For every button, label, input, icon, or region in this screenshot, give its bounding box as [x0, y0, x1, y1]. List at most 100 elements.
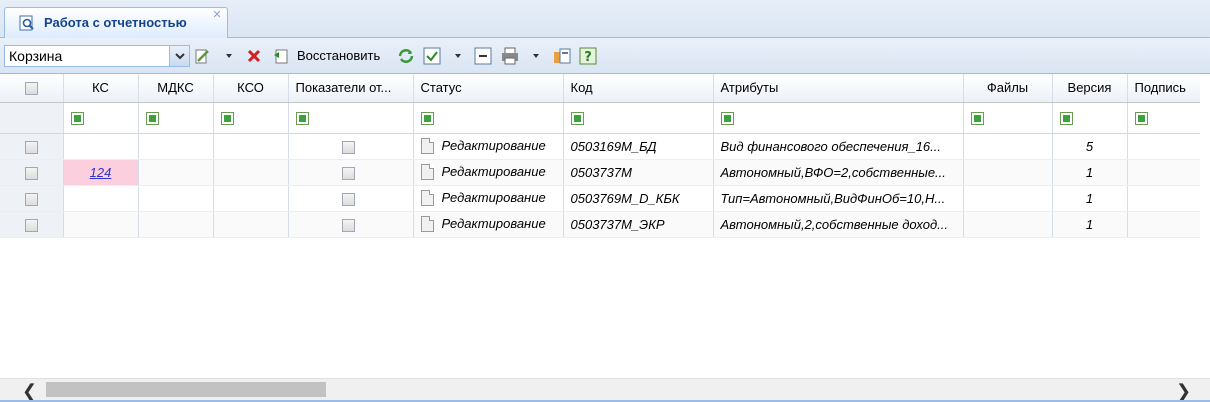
column-header-version[interactable]: Версия: [1052, 74, 1128, 103]
row-select-cell[interactable]: [0, 133, 64, 160]
print-menu-arrow[interactable]: [533, 54, 539, 58]
filter-combo[interactable]: Корзина: [4, 45, 190, 67]
cell-indicators: [288, 185, 414, 212]
indicators-checkbox[interactable]: [341, 166, 355, 180]
table-row[interactable]: Редактирование 0503169M_БД Вид финансово…: [0, 133, 1200, 160]
filter-cell-ks[interactable]: [63, 102, 139, 134]
cell-indicators: [288, 133, 414, 160]
cell-status: Редактирование: [413, 185, 564, 212]
chevron-down-icon[interactable]: [169, 46, 189, 66]
column-header-code[interactable]: Код: [563, 74, 714, 103]
row-checkbox[interactable]: [24, 218, 38, 232]
column-header-attributes[interactable]: Атрибуты: [713, 74, 964, 103]
filter-checkbox[interactable]: [70, 112, 84, 126]
filter-cell-status[interactable]: [413, 102, 564, 134]
column-header-mdks[interactable]: МДКС: [138, 74, 214, 103]
document-icon: [420, 190, 434, 207]
tab-title: Работа с отчетностью: [44, 15, 187, 30]
cell-attributes: Вид финансового обеспечения_16...: [713, 133, 964, 160]
table-row[interactable]: Редактирование 0503769M_D_КБК Тип=Автоно…: [0, 185, 1200, 212]
table-row[interactable]: 124 Редактирование 0503737M Автономный,В…: [0, 159, 1200, 186]
row-select-cell[interactable]: [0, 159, 64, 186]
cell-mdks: [138, 185, 214, 212]
row-select-cell[interactable]: [0, 211, 64, 238]
refresh-icon[interactable]: [397, 47, 415, 65]
help-icon[interactable]: ?: [579, 47, 597, 65]
filter-checkbox[interactable]: [1134, 112, 1148, 126]
svg-text:?: ?: [584, 50, 592, 65]
cell-indicators: [288, 159, 414, 186]
filter-checkbox[interactable]: [420, 112, 434, 126]
column-header-signature[interactable]: Подпись: [1127, 74, 1200, 103]
filter-checkbox[interactable]: [970, 112, 984, 126]
cell-files: [963, 133, 1053, 160]
filter-checkbox[interactable]: [145, 112, 159, 126]
status-text: Редактирование: [441, 215, 546, 231]
check-icon[interactable]: [423, 47, 441, 65]
document-icon: [420, 164, 434, 181]
row-checkbox[interactable]: [24, 140, 38, 154]
column-header-kso[interactable]: КСО: [213, 74, 289, 103]
row-checkbox[interactable]: [24, 192, 38, 206]
cell-signature: [1127, 211, 1200, 238]
filter-checkbox[interactable]: [720, 112, 734, 126]
horizontal-scrollbar[interactable]: ❮ ❯: [0, 378, 1210, 402]
indicators-checkbox[interactable]: [341, 192, 355, 206]
export-icon[interactable]: [553, 47, 571, 65]
cell-mdks: [138, 159, 214, 186]
filter-checkbox[interactable]: [220, 112, 234, 126]
column-header-files[interactable]: Файлы: [963, 74, 1053, 103]
document-icon: [420, 138, 434, 155]
restore-icon[interactable]: [272, 47, 290, 65]
print-icon[interactable]: [501, 47, 519, 65]
cell-code: 0503737M: [563, 159, 714, 186]
cell-kso: [213, 211, 289, 238]
cell-mdks: [138, 133, 214, 160]
filter-cell-mdks[interactable]: [138, 102, 214, 134]
scrollbar-thumb[interactable]: [46, 382, 326, 397]
toolbar: Корзина Восстановить ?: [0, 38, 1210, 74]
column-header-ks[interactable]: КС: [63, 74, 139, 103]
cell-attributes: Тип=Автономный,ВидФинОб=10,Н...: [713, 185, 964, 212]
cell-attributes: Автономный,2,собственные доход...: [713, 211, 964, 238]
column-header-indicators[interactable]: Показатели от...: [288, 74, 414, 103]
filter-checkbox[interactable]: [295, 112, 309, 126]
cell-kso: [213, 185, 289, 212]
cell-code: 0503169M_БД: [563, 133, 714, 160]
column-header-status[interactable]: Статус: [413, 74, 564, 103]
filter-cell-attributes[interactable]: [713, 102, 964, 134]
select-all-checkbox[interactable]: [24, 82, 38, 96]
select-all-cell[interactable]: [0, 74, 64, 103]
check-menu-arrow[interactable]: [455, 54, 461, 58]
cell-ks: [63, 211, 139, 238]
filter-cell-signature[interactable]: [1127, 102, 1200, 134]
row-checkbox[interactable]: [24, 166, 38, 180]
indicators-checkbox[interactable]: [341, 218, 355, 232]
cell-version: 1: [1052, 211, 1128, 238]
filter-cell-files[interactable]: [963, 102, 1053, 134]
delete-icon[interactable]: [245, 47, 263, 65]
tab-reporting[interactable]: Работа с отчетностью ✕: [4, 7, 228, 38]
report-grid: КС МДКС КСО Показатели от... Статус Код …: [0, 74, 1200, 379]
cell-status: Редактирование: [413, 159, 564, 186]
indicators-checkbox[interactable]: [341, 140, 355, 154]
filter-cell-version[interactable]: [1052, 102, 1128, 134]
collapse-icon[interactable]: [474, 47, 492, 65]
filter-row: [0, 102, 1200, 134]
filter-checkbox[interactable]: [1059, 112, 1073, 126]
scroll-right-icon[interactable]: ❯: [1176, 381, 1191, 402]
row-select-cell[interactable]: [0, 185, 64, 212]
filter-cell-kso[interactable]: [213, 102, 289, 134]
filter-checkbox[interactable]: [570, 112, 584, 126]
close-icon[interactable]: ✕: [211, 9, 223, 21]
filter-cell-code[interactable]: [563, 102, 714, 134]
table-row[interactable]: Редактирование 0503737M_ЭКР Автономный,2…: [0, 211, 1200, 238]
cell-status: Редактирование: [413, 211, 564, 238]
filter-row-corner: [0, 102, 64, 134]
edit-icon[interactable]: [194, 47, 212, 65]
ks-link[interactable]: 124: [90, 165, 112, 180]
restore-button[interactable]: Восстановить: [297, 48, 380, 63]
edit-menu-arrow[interactable]: [226, 54, 232, 58]
filter-cell-indicators[interactable]: [288, 102, 414, 134]
scroll-left-icon[interactable]: ❮: [22, 381, 37, 402]
